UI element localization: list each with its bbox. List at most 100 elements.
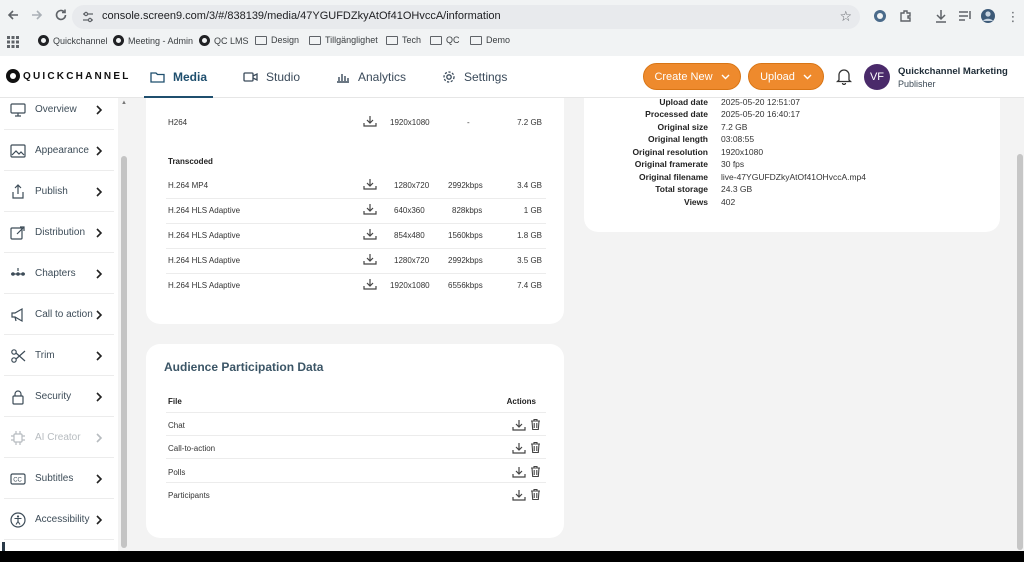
apps-grid-icon[interactable] bbox=[7, 36, 19, 48]
chevron-right-icon bbox=[96, 309, 103, 320]
media-queue-icon[interactable] bbox=[957, 8, 973, 24]
row-divider bbox=[166, 435, 546, 436]
back-arrow-icon[interactable] bbox=[4, 8, 22, 26]
bookmark-label: Design bbox=[271, 35, 300, 45]
main-scrollbar[interactable] bbox=[1014, 98, 1024, 551]
sidebar-item-overview[interactable]: Overview bbox=[4, 98, 114, 130]
quickchannel-logo-icon bbox=[199, 35, 210, 46]
sidebar-item-label: Subtitles bbox=[35, 473, 74, 484]
tab-media[interactable]: Media bbox=[144, 56, 214, 98]
sidebar-item-label: Publish bbox=[35, 186, 68, 197]
bookmark-label: Meeting - Admin bbox=[128, 35, 194, 46]
tab-analytics[interactable]: Analytics bbox=[336, 56, 406, 98]
download-icon[interactable] bbox=[363, 203, 377, 215]
trash-icon[interactable] bbox=[530, 465, 541, 477]
download-icon[interactable] bbox=[363, 228, 377, 240]
column-header-actions: Actions bbox=[506, 397, 536, 406]
sidebar-item-label: Accessibility bbox=[35, 514, 90, 525]
transcoded-bitrate: 2992kbps bbox=[448, 181, 483, 190]
download-icon[interactable] bbox=[512, 489, 526, 501]
url-text[interactable]: console.screen9.com/3/#/838139/media/47Y… bbox=[102, 10, 501, 22]
chevron-right-icon bbox=[96, 432, 103, 443]
transcoded-size: 1 GB bbox=[523, 206, 542, 215]
active-item-marker bbox=[2, 542, 5, 551]
audience-title: Audience Participation Data bbox=[164, 360, 324, 374]
info-label: Original filename bbox=[639, 172, 708, 182]
tab-settings[interactable]: Settings bbox=[442, 56, 507, 98]
download-icon[interactable] bbox=[933, 8, 949, 24]
upload-label: Upload bbox=[760, 70, 795, 83]
sidebar-item-subtitles[interactable]: CC Subtitles bbox=[4, 459, 114, 499]
trash-icon[interactable] bbox=[530, 441, 541, 453]
row-divider bbox=[166, 198, 546, 199]
bookmark-tech[interactable]: Tech bbox=[386, 35, 421, 45]
chip-icon bbox=[11, 430, 25, 445]
sidebar-item-trim[interactable]: Trim bbox=[4, 336, 114, 376]
sidebar-item-publish[interactable]: Publish bbox=[4, 172, 114, 212]
address-bar[interactable]: console.screen9.com/3/#/838139/media/47Y… bbox=[72, 5, 860, 29]
main-scroll-thumb[interactable] bbox=[1017, 154, 1023, 550]
download-icon[interactable] bbox=[512, 419, 526, 431]
reload-icon[interactable] bbox=[52, 8, 70, 26]
transcoded-size: 3.4 GB bbox=[517, 181, 542, 190]
sidebar-item-accessibility[interactable]: Accessibility bbox=[4, 500, 114, 540]
folder-icon bbox=[386, 35, 398, 45]
video-camera-icon bbox=[243, 72, 258, 82]
quickchannel-logo[interactable]: QUICKCHANNEL bbox=[6, 69, 131, 83]
site-settings-icon[interactable] bbox=[82, 11, 94, 23]
bookmarks-bar: Quickchannel Meeting - Admin QC LMS Desi… bbox=[0, 33, 1024, 51]
transcoded-codec: H.264 HLS Adaptive bbox=[168, 256, 241, 265]
sidebar-item-label: Appearance bbox=[35, 145, 89, 156]
download-icon[interactable] bbox=[512, 442, 526, 454]
download-icon[interactable] bbox=[512, 466, 526, 478]
sidebar-item-distribution[interactable]: Distribution bbox=[4, 213, 114, 253]
tab-studio[interactable]: Studio bbox=[243, 56, 300, 98]
download-icon[interactable] bbox=[363, 178, 377, 190]
bookmark-quickchannel[interactable]: Quickchannel bbox=[38, 35, 108, 46]
sidebar-item-call-to-action[interactable]: Call to action bbox=[4, 295, 114, 335]
sidebar-item-chapters[interactable]: Chapters bbox=[4, 254, 114, 294]
original-size: 7.2 GB bbox=[517, 118, 542, 127]
original-codec: H264 bbox=[168, 118, 188, 127]
main-area: Overview Appearance Publish Distribution… bbox=[0, 98, 1024, 551]
forward-arrow-icon[interactable] bbox=[28, 8, 46, 26]
info-value: 7.2 GB bbox=[721, 122, 748, 132]
audience-file-name: Call-to-action bbox=[168, 444, 216, 453]
media-info-card: Upload date 2025-05-20 12:51:07 Processe… bbox=[584, 98, 1000, 232]
download-icon[interactable] bbox=[363, 278, 377, 290]
sidebar-item-appearance[interactable]: Appearance bbox=[4, 131, 114, 171]
info-value: 2025-05-20 12:51:07 bbox=[721, 98, 800, 107]
bar-chart-icon bbox=[337, 74, 349, 83]
avatar[interactable]: VF bbox=[864, 64, 890, 90]
sidebar-item-security[interactable]: Security bbox=[4, 377, 114, 417]
transcoded-heading: Transcoded bbox=[168, 157, 213, 166]
bookmark-qc[interactable]: QC bbox=[430, 35, 460, 45]
gear-icon bbox=[443, 71, 455, 83]
accessibility-icon bbox=[10, 511, 26, 528]
bookmark-label: Tillgänglighet bbox=[325, 35, 378, 45]
transcoded-resolution: 1920x1080 bbox=[390, 281, 430, 290]
bookmark-star-icon[interactable]: ☆ bbox=[839, 8, 852, 25]
bookmark-meeting-admin[interactable]: Meeting - Admin bbox=[113, 35, 193, 46]
extension-icon[interactable] bbox=[872, 8, 888, 24]
sidebar-scroll-thumb[interactable] bbox=[121, 156, 127, 548]
bookmark-demo[interactable]: Demo bbox=[470, 35, 510, 45]
trash-icon[interactable] bbox=[530, 488, 541, 500]
trash-icon[interactable] bbox=[530, 418, 541, 430]
sidebar-scrollbar[interactable]: ▲ bbox=[119, 98, 129, 551]
bell-icon[interactable] bbox=[836, 67, 852, 85]
puzzle-icon[interactable] bbox=[898, 8, 914, 24]
create-new-button[interactable]: Create New bbox=[643, 63, 741, 90]
browser-menu-icon[interactable]: ⋮ bbox=[1004, 8, 1022, 26]
bookmark-tillganglighet[interactable]: Tillgänglighet bbox=[309, 35, 378, 45]
transcoded-size: 1.8 GB bbox=[517, 231, 542, 240]
bookmark-design[interactable]: Design bbox=[255, 35, 299, 45]
bottom-edge bbox=[0, 551, 1024, 562]
bookmark-qc-lms[interactable]: QC LMS bbox=[199, 35, 249, 46]
info-value: 402 bbox=[721, 197, 736, 207]
upload-button[interactable]: Upload bbox=[748, 63, 824, 90]
download-icon[interactable] bbox=[363, 253, 377, 265]
download-icon[interactable] bbox=[363, 115, 377, 127]
profile-icon[interactable] bbox=[980, 8, 996, 24]
scroll-up-arrow-icon[interactable]: ▲ bbox=[121, 100, 127, 106]
